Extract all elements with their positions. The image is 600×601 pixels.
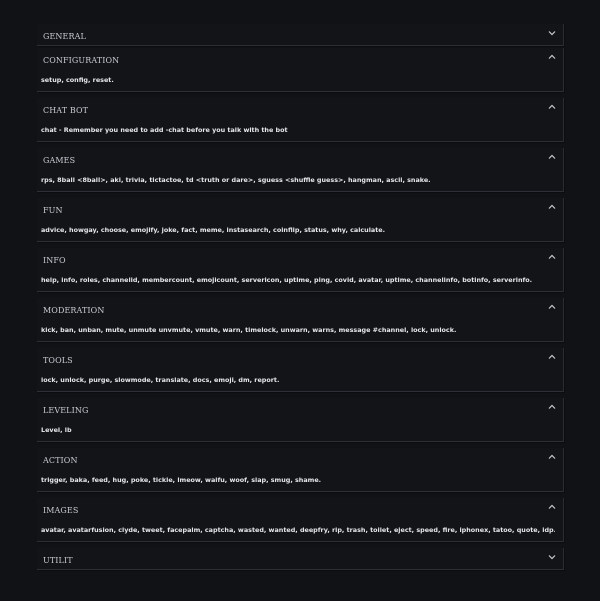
section-commands: lock, unlock, purge, slowmode, translate…: [41, 376, 280, 384]
chevron-up-icon[interactable]: [548, 254, 556, 260]
command-category-list: GENERAL CONFIGURATION setup, config, res…: [37, 0, 564, 572]
section-configuration[interactable]: CONFIGURATION setup, config, reset.: [37, 48, 564, 92]
section-title: FUN: [43, 206, 63, 215]
section-commands: kick, ban, unban, mute, unmute unvmute, …: [41, 326, 457, 334]
section-title: ACTION: [43, 456, 78, 465]
section-commands: avatar, avatarfusion, clyde, tweet, face…: [41, 526, 555, 534]
chevron-up-icon[interactable]: [548, 204, 556, 210]
section-commands: trigger, baka, feed, hug, poke, tickle, …: [41, 476, 322, 484]
section-games[interactable]: GAMES rps, 8ball <8ball>, aki, trivia, t…: [37, 148, 564, 192]
section-action[interactable]: ACTION trigger, baka, feed, hug, poke, t…: [37, 448, 564, 492]
section-title: TOOLS: [43, 356, 73, 365]
chevron-up-icon[interactable]: [548, 304, 556, 310]
section-title: GENERAL: [43, 32, 86, 41]
chevron-up-icon[interactable]: [548, 504, 556, 510]
section-title: CHAT BOT: [43, 106, 89, 115]
section-commands: help, info, roles, channelid, membercoun…: [41, 276, 533, 284]
section-moderation[interactable]: MODERATION kick, ban, unban, mute, unmut…: [37, 298, 564, 342]
chevron-down-icon[interactable]: [548, 30, 556, 36]
section-leveling[interactable]: LEVELING Level, lb: [37, 398, 564, 442]
section-title: LEVELING: [43, 406, 89, 415]
section-title: MODERATION: [43, 306, 105, 315]
section-utilit[interactable]: UTILIT: [37, 548, 564, 570]
section-title: GAMES: [43, 156, 76, 165]
section-chat-bot[interactable]: CHAT BOT chat - Remember you need to add…: [37, 98, 564, 142]
chevron-up-icon[interactable]: [548, 104, 556, 110]
section-commands: advice, howgay, choose, emojify, joke, f…: [41, 226, 386, 234]
section-title: CONFIGURATION: [43, 56, 120, 65]
help-page: GENERAL CONFIGURATION setup, config, res…: [0, 0, 600, 601]
section-fun[interactable]: FUN advice, howgay, choose, emojify, jok…: [37, 198, 564, 242]
section-commands: Level, lb: [41, 426, 72, 434]
section-title: IMAGES: [43, 506, 79, 515]
chevron-up-icon[interactable]: [548, 454, 556, 460]
section-title: UTILIT: [43, 556, 73, 565]
section-commands: chat - Remember you need to add -chat be…: [41, 126, 288, 134]
chevron-up-icon[interactable]: [548, 54, 556, 60]
chevron-up-icon[interactable]: [548, 404, 556, 410]
chevron-down-icon[interactable]: [548, 554, 556, 560]
section-title: INFO: [43, 256, 66, 265]
section-tools[interactable]: TOOLS lock, unlock, purge, slowmode, tra…: [37, 348, 564, 392]
section-images[interactable]: IMAGES avatar, avatarfusion, clyde, twee…: [37, 498, 564, 542]
section-commands: setup, config, reset.: [41, 76, 114, 84]
section-general[interactable]: GENERAL: [37, 24, 564, 46]
chevron-up-icon[interactable]: [548, 154, 556, 160]
chevron-up-icon[interactable]: [548, 354, 556, 360]
section-commands: rps, 8ball <8ball>, aki, trivia, tictact…: [41, 176, 431, 184]
section-info[interactable]: INFO help, info, roles, channelid, membe…: [37, 248, 564, 292]
